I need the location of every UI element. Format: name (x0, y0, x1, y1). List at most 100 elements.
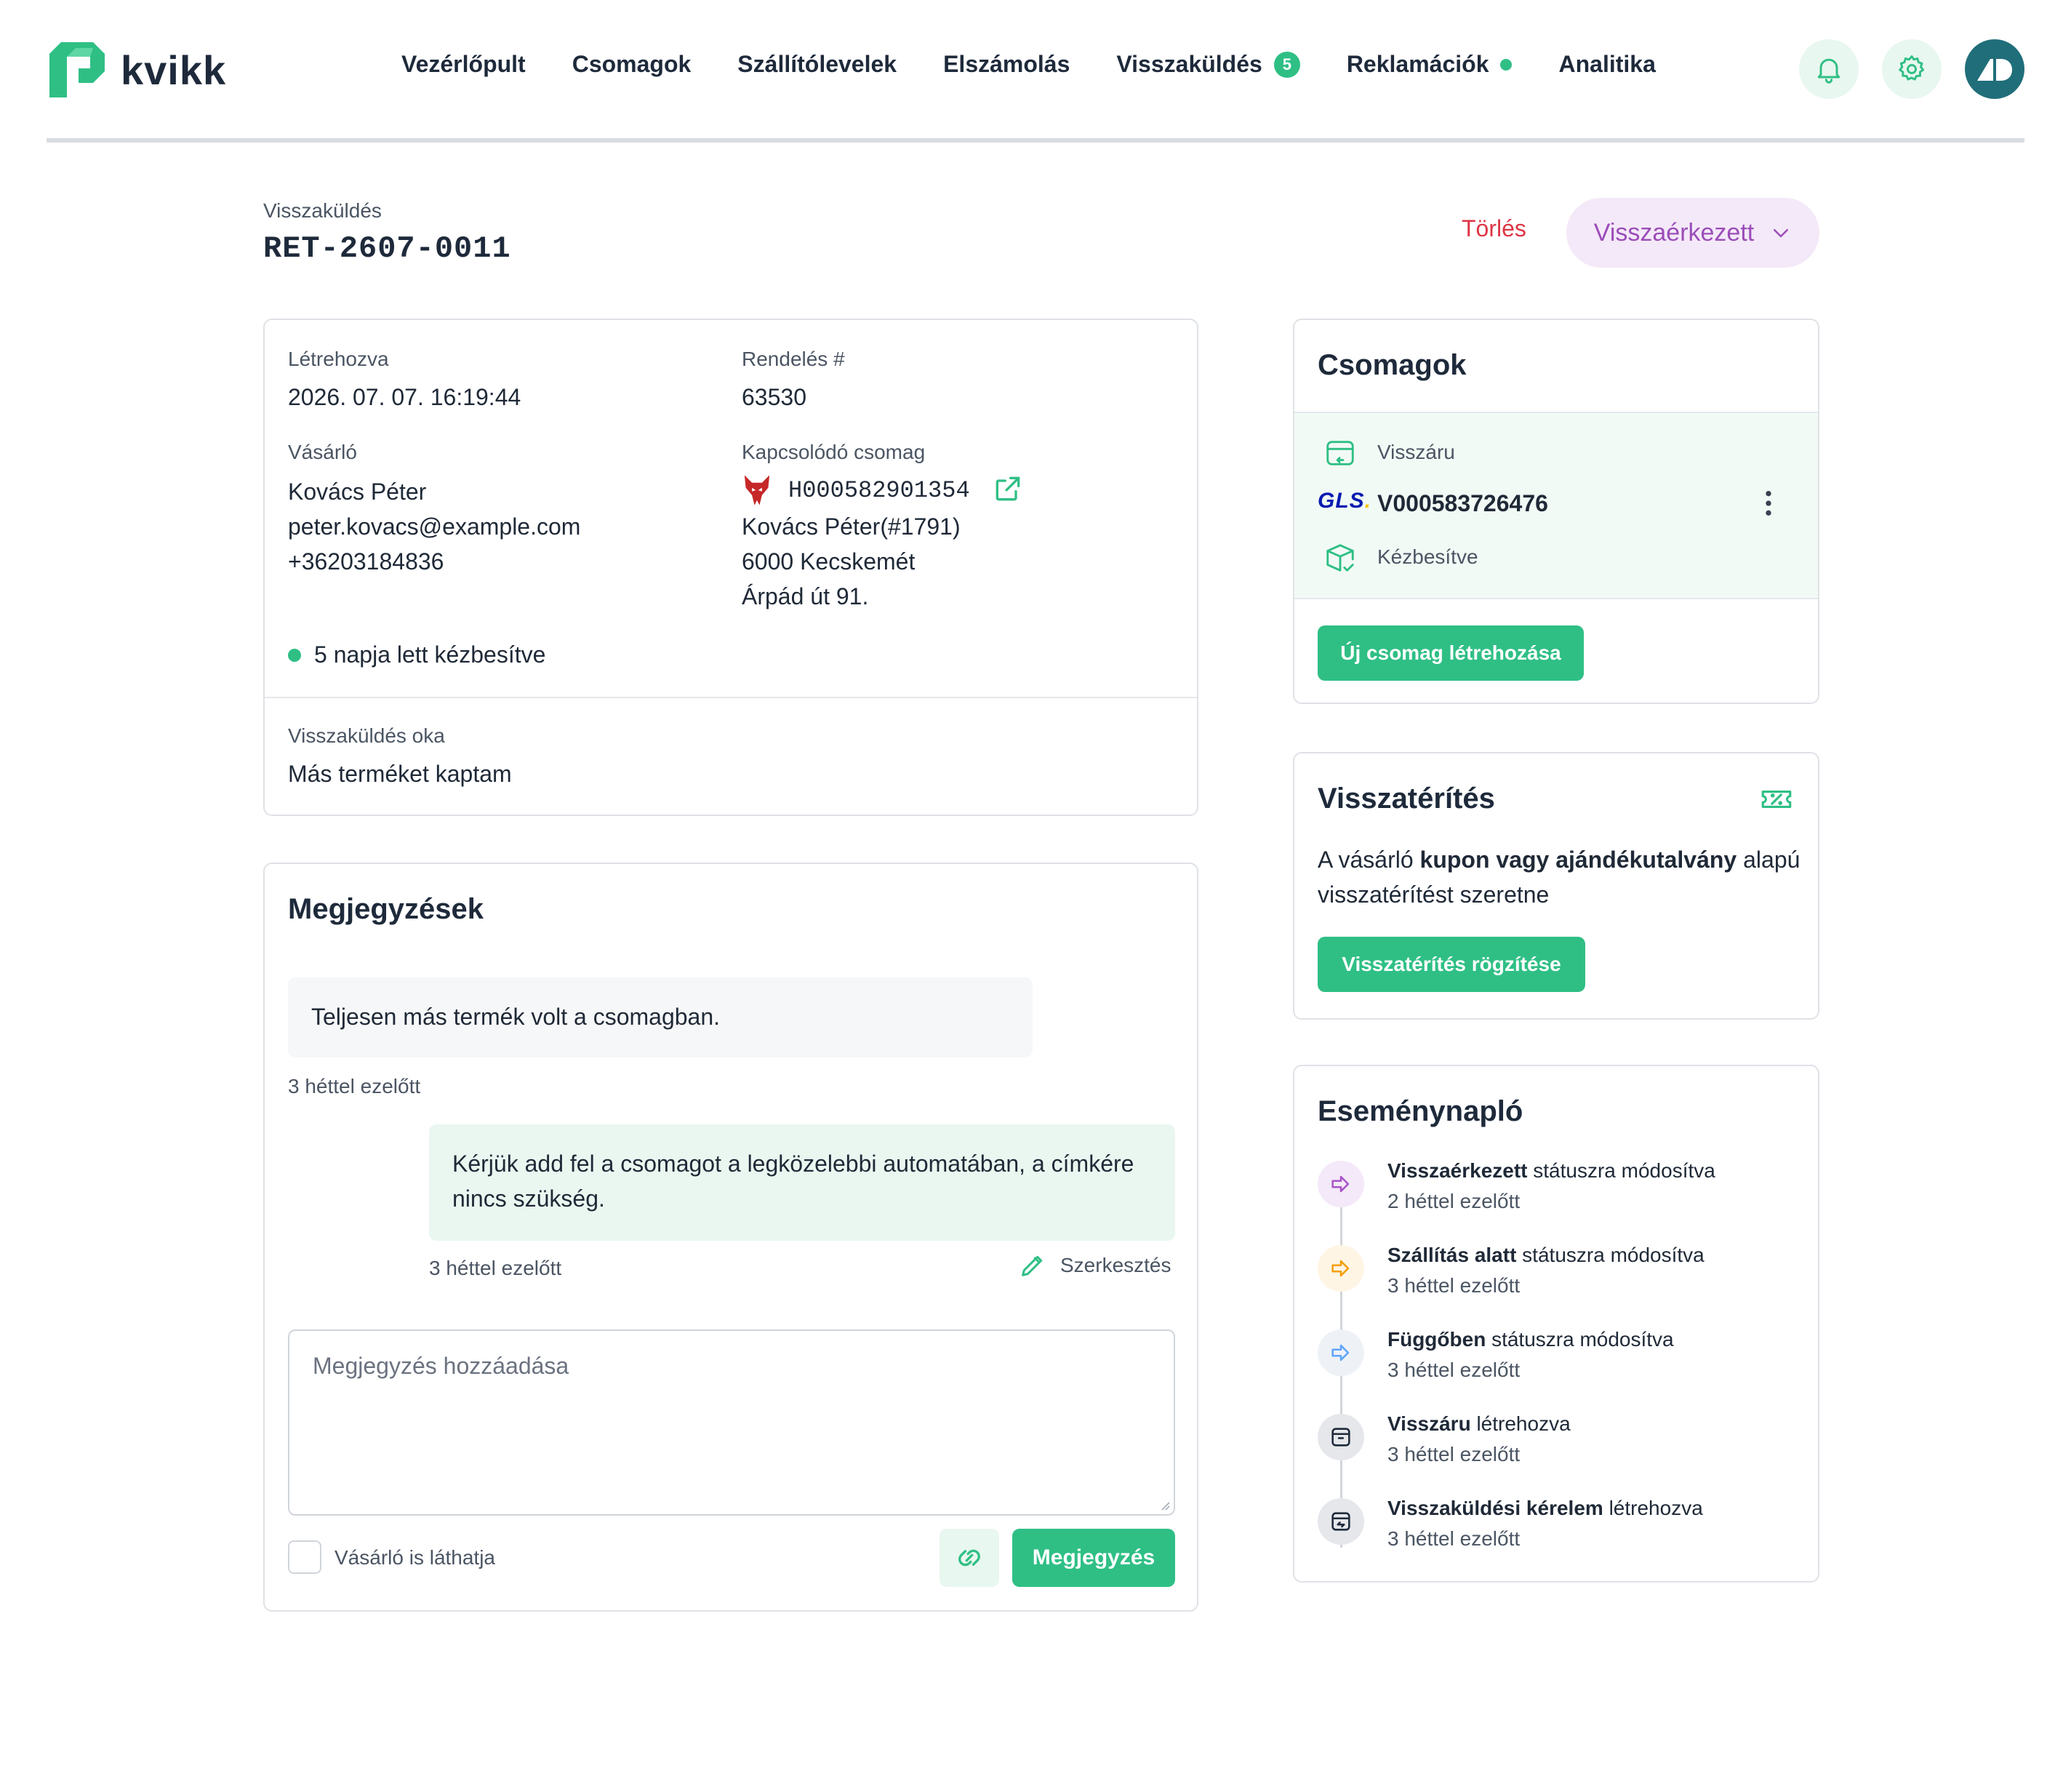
package-icon (1318, 1414, 1364, 1460)
return-detail-page: kvikk Vezérlőpult Csomagok Szállítólevel… (0, 0, 2071, 1792)
event-log-card: Eseménynapló Visszaérkezett státuszra mó… (1293, 1065, 1819, 1583)
gear-icon (1899, 55, 1925, 81)
bell-icon (1817, 58, 1840, 84)
nav-label: Vezérlőpult (401, 51, 526, 77)
paperclip-icon (958, 1549, 980, 1567)
pencil-icon (1022, 1255, 1043, 1276)
kvikk-logo-icon (49, 42, 105, 97)
refund-description: A vásárló kupon vagy ajándékutalvány ala… (1318, 842, 1812, 912)
edit-note-button[interactable]: Szerkesztés (1018, 1251, 1171, 1280)
packages-card: Csomagok Visszáru GLS. V000583726476 Kéz… (1293, 319, 1819, 704)
main-nav: Vezérlőpult Csomagok Szállítólevelek Els… (401, 51, 1656, 78)
delivered-text: 5 napja lett kézbesítve (314, 641, 546, 668)
delete-button[interactable]: Törlés (1462, 215, 1526, 242)
related-recipient: Kovács Péter(#1791) (742, 513, 961, 540)
more-options-icon[interactable] (1764, 489, 1773, 518)
event-time: 3 héttel ezelőtt (1387, 1359, 1521, 1381)
refund-method: kupon vagy ajándékutalvány (1419, 847, 1737, 873)
related-city: 6000 Kecskemét (742, 548, 916, 575)
edit-label: Szerkesztés (1060, 1254, 1171, 1276)
delivered-status-dot (288, 649, 301, 662)
event-time: 3 héttel ezelőtt (1387, 1527, 1521, 1550)
header-actions (1799, 39, 2024, 99)
nav-item-billing[interactable]: Elszámolás (943, 51, 1070, 78)
event-title: Függőben státuszra módosítva (1387, 1328, 1674, 1351)
reason-value: Más terméket kaptam (288, 761, 512, 787)
event-time: 2 héttel ezelőtt (1387, 1190, 1521, 1212)
brand-logo[interactable]: kvikk (47, 39, 226, 100)
note-input[interactable]: Megjegyzés hozzáadása (288, 1329, 1175, 1516)
event-status: Szállítás alatt (1387, 1244, 1517, 1266)
created-value: 2026. 07. 07. 16:19:44 (288, 384, 521, 410)
gls-logo: GLS. (1318, 489, 1372, 513)
event-title: Visszaérkezett státuszra módosítva (1387, 1159, 1715, 1182)
related-package-label: Kapcsolódó csomag (742, 441, 926, 463)
event-title: Visszaküldési kérelem létrehozva (1387, 1497, 1703, 1519)
related-tracking-number[interactable]: H000582901354 (788, 477, 970, 504)
status-dropdown[interactable]: Visszaérkezett (1566, 198, 1819, 268)
refund-title: Visszatérítés (1318, 783, 1495, 815)
attach-button[interactable] (940, 1529, 999, 1587)
customer-label: Vásárló (288, 441, 357, 463)
event-status: Visszaérkezett (1387, 1159, 1528, 1182)
user-avatar[interactable] (1965, 39, 2024, 99)
return-id: RET-2607-0011 (263, 231, 511, 266)
nav-label: Elszámolás (943, 51, 1070, 77)
chevron-down-icon (1774, 229, 1789, 238)
package-row: Visszáru GLS. V000583726476 Kézbesítve (1294, 412, 1818, 599)
note-text: Kérjük add fel a csomagot a legközelebbi… (452, 1151, 1134, 1212)
resize-handle-icon[interactable] (1156, 1497, 1171, 1511)
note-time: 3 héttel ezelőtt (429, 1257, 562, 1279)
carrier-name: GLS (1318, 489, 1365, 513)
delivered-box-icon (1326, 544, 1354, 572)
return-package-icon (1326, 441, 1354, 465)
return-request-icon (1318, 1498, 1364, 1545)
event-log-title: Eseménynapló (1318, 1095, 1523, 1127)
note-time: 3 héttel ezelőtt (288, 1075, 421, 1097)
event-status: Visszáru (1387, 1412, 1471, 1435)
nav-item-delivery-notes[interactable]: Szállítólevelek (737, 51, 897, 78)
event-status: Függőben (1387, 1328, 1486, 1351)
customer-visible-checkbox[interactable] (288, 1540, 321, 1574)
avatar-logo-icon (1977, 59, 2012, 81)
external-link-icon[interactable] (992, 473, 1024, 505)
event-time: 3 héttel ezelőtt (1387, 1274, 1521, 1297)
customer-email[interactable]: peter.kovacs@example.com (288, 509, 580, 544)
arrow-right-icon (1318, 1161, 1364, 1207)
event-time: 3 héttel ezelőtt (1387, 1443, 1521, 1465)
settings-button[interactable] (1882, 39, 1942, 99)
refund-text-part: alapú (1736, 847, 1800, 873)
order-label: Rendelés # (742, 348, 845, 370)
record-refund-button[interactable]: Visszatérítés rögzítése (1318, 937, 1585, 992)
section-label: Visszaküldés (263, 199, 382, 222)
top-header: kvikk Vezérlőpult Csomagok Szállítólevel… (47, 0, 2024, 143)
package-tracking[interactable]: V000583726476 (1377, 486, 1548, 521)
package-type: Visszáru (1377, 441, 1455, 463)
nav-item-dashboard[interactable]: Vezérlőpult (401, 51, 526, 78)
note-bubble-outgoing: Kérjük add fel a csomagot a legközelebbi… (429, 1124, 1175, 1241)
coupon-icon (1761, 791, 1792, 808)
nav-label: Szállítólevelek (737, 51, 897, 77)
order-value: 63530 (742, 384, 806, 410)
nav-item-returns[interactable]: Visszaküldés 5 (1116, 51, 1300, 78)
nav-item-analytics[interactable]: Analitika (1558, 51, 1655, 78)
new-package-button[interactable]: Új csomag létrehozása (1318, 625, 1584, 681)
related-street: Árpád út 91. (742, 583, 869, 609)
notes-card: Megjegyzések Teljesen más termék volt a … (263, 863, 1198, 1612)
arrow-right-icon (1318, 1245, 1364, 1292)
note-bubble-incoming: Teljesen más termék volt a csomagban. (288, 977, 1033, 1057)
refund-text-part: visszatérítést szeretne (1318, 881, 1550, 908)
nav-item-packages[interactable]: Csomagok (572, 51, 692, 78)
customer-name: Kovács Péter (288, 479, 427, 505)
notifications-button[interactable] (1799, 39, 1859, 99)
refund-card: Visszatérítés A vásárló kupon vagy ajánd… (1293, 752, 1819, 1020)
customer-phone[interactable]: +36203184836 (288, 544, 444, 579)
event-title: Szállítás alatt státuszra módosítva (1387, 1244, 1705, 1266)
details-card: Létrehozva 2026. 07. 07. 16:19:44 Rendel… (263, 319, 1198, 816)
nav-label: Csomagok (572, 51, 692, 77)
fox-carrier-icon (744, 475, 770, 505)
complaints-indicator-dot (1500, 58, 1513, 71)
nav-item-complaints[interactable]: Reklamációk (1347, 51, 1513, 78)
event-status: Visszaküldési kérelem (1387, 1497, 1603, 1519)
add-note-button[interactable]: Megjegyzés (1012, 1529, 1175, 1587)
